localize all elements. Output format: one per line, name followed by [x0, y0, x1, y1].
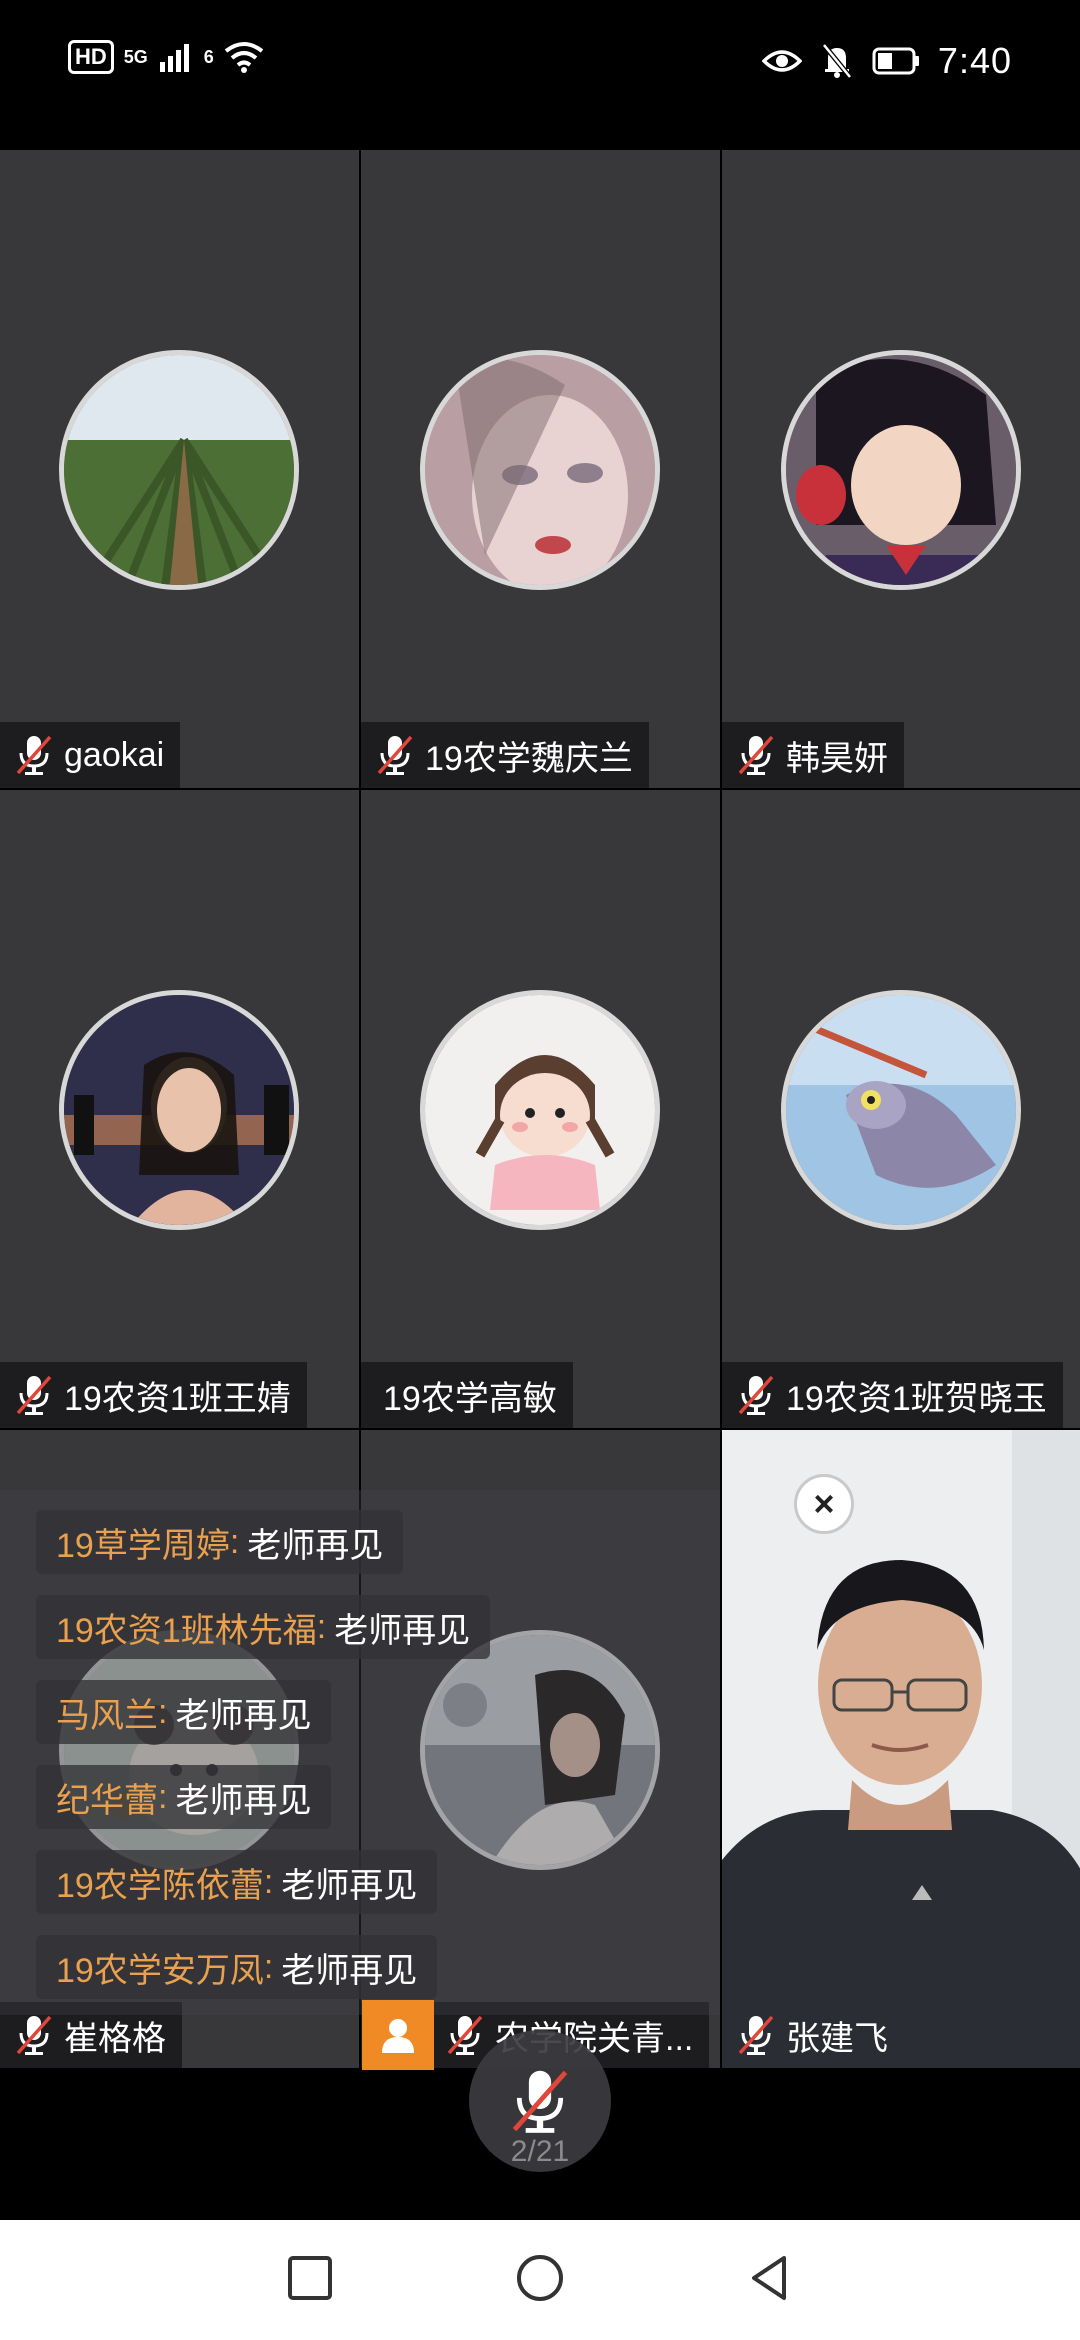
chat-text: 老师再见: [334, 1611, 471, 1650]
person-icon[interactable]: [362, 2000, 434, 2070]
battery-icon: [872, 47, 919, 75]
participant-name: 19农资1班王婧: [64, 1379, 291, 1418]
name-tag: 19农学高敏: [361, 1362, 573, 1428]
avatar: [420, 350, 660, 590]
status-bar: HD 5G 6 7:40: [0, 0, 1080, 150]
participant-tile[interactable]: 韩昊妍: [722, 150, 1080, 788]
participant-tile[interactable]: gaokai: [0, 150, 359, 788]
participant-tile[interactable]: 19农资1班王婧: [0, 790, 359, 1428]
mic-muted-icon: [738, 2015, 774, 2055]
presenter-video: [722, 1430, 1080, 2068]
mic-muted-icon: [738, 1375, 774, 1415]
avatar: [781, 990, 1021, 1230]
name-tag: 19农资1班王婧: [0, 1362, 307, 1428]
mic-muted-icon: [447, 2015, 483, 2055]
mic-muted-icon: [512, 2070, 568, 2133]
name-tag: 韩昊妍: [722, 722, 904, 788]
name-tag: 张建飞: [722, 2002, 904, 2068]
chat-text: 老师再见: [281, 1866, 418, 1905]
participant-tile[interactable]: 19农学魏庆兰: [361, 150, 720, 788]
chat-user: 19农资1班林先福: [56, 1611, 317, 1650]
close-button[interactable]: ×: [794, 1474, 854, 1534]
chat-overlay[interactable]: 19草学周婷: 老师再见 19农资1班林先福: 老师再见 马风兰: 老师再见 纪…: [0, 1490, 720, 2015]
chat-message: 19草学周婷: 老师再见: [36, 1510, 404, 1574]
participant-name: 张建飞: [786, 2019, 888, 2058]
participant-name: 19农资1班贺晓玉: [786, 1379, 1047, 1418]
wifi-label: 6: [203, 47, 214, 67]
signal-bars-icon: [159, 44, 189, 72]
chat-text: 老师再见: [175, 1781, 312, 1820]
eye-icon: [761, 50, 802, 72]
participant-name: 19农学高敏: [383, 1379, 557, 1418]
avatar: [420, 990, 660, 1230]
page-indicator: 2/21: [510, 2135, 570, 2168]
mic-muted-icon: [16, 1375, 52, 1415]
chat-text: 老师再见: [247, 1526, 384, 1565]
avatar: [59, 990, 299, 1230]
recents-icon[interactable]: [280, 2248, 340, 2308]
mic-muted-icon: [16, 735, 52, 775]
system-nav-bar: [0, 2220, 1080, 2340]
chat-message: 19农学陈依蕾: 老师再见: [36, 1850, 438, 1914]
chat-message: 19农资1班林先福: 老师再见: [36, 1595, 491, 1659]
status-left: HD 5G 6: [68, 40, 264, 74]
chat-message: 马风兰: 老师再见: [36, 1680, 332, 1744]
hd-icon: HD: [68, 40, 114, 74]
name-tag: 19农学魏庆兰: [361, 722, 649, 788]
chat-text: 老师再见: [175, 1696, 312, 1735]
participant-tile[interactable]: 19农学高敏: [361, 790, 720, 1428]
status-right: 7:40: [761, 40, 1012, 82]
bell-off-icon: [821, 43, 852, 79]
home-icon[interactable]: [510, 2248, 570, 2308]
wifi-icon: [224, 42, 264, 73]
chat-user: 19农学陈依蕾: [56, 1866, 264, 1905]
name-tag: gaokai: [0, 722, 181, 788]
name-tag: 19农资1班贺晓玉: [722, 1362, 1063, 1428]
presenter-video-tile[interactable]: × 张建飞: [722, 1430, 1080, 2068]
mic-muted-icon: [738, 735, 774, 775]
chat-user: 19农学安万凤: [56, 1951, 264, 1990]
chat-user: 纪华蕾: [56, 1781, 158, 1820]
participant-name: 19农学魏庆兰: [425, 739, 633, 778]
back-icon[interactable]: [740, 2248, 800, 2308]
participant-name: 韩昊妍: [786, 739, 888, 778]
participant-name: 崔格格: [64, 2019, 166, 2058]
chat-user: 马风兰: [56, 1696, 158, 1735]
chat-text: 老师再见: [281, 1951, 418, 1990]
mic-muted-icon: [16, 2015, 52, 2055]
chat-user: 19草学周婷: [56, 1526, 230, 1565]
signal-label: 5G: [123, 47, 148, 67]
mic-muted-icon: [377, 735, 413, 775]
chat-message: 纪华蕾: 老师再见: [36, 1765, 332, 1829]
avatar: [781, 350, 1021, 590]
clock: 7:40: [937, 40, 1012, 81]
chat-message: 19农学安万凤: 老师再见: [36, 1935, 438, 1999]
avatar: [59, 350, 299, 590]
participant-tile[interactable]: 19农资1班贺晓玉: [722, 790, 1080, 1428]
participant-name: gaokai: [64, 735, 165, 774]
